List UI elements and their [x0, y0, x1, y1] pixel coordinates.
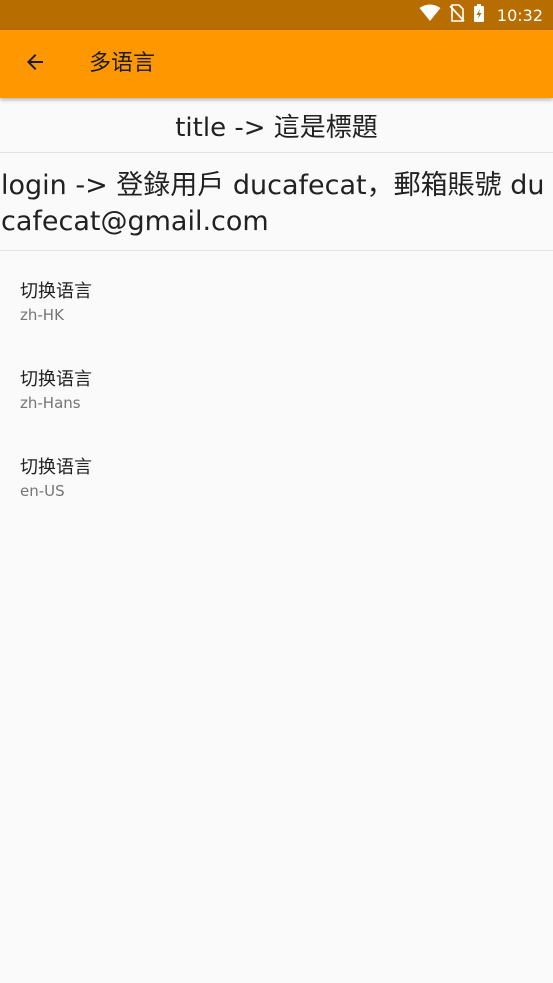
title-text: title -> 這是標題 — [0, 98, 553, 153]
no-sim-icon — [449, 4, 465, 26]
main-content: title -> 這是標題 login -> 登錄用戶 ducafecat，郵箱… — [0, 98, 553, 543]
app-bar: 多语言 — [0, 30, 553, 98]
language-item-title: 切换语言 — [20, 281, 92, 302]
language-item-en-us[interactable]: 切换语言 en-US — [0, 455, 553, 543]
language-list: 切换语言 zh-HK 切换语言 zh-Hans 切换语言 en-US — [0, 279, 553, 543]
language-item-subtitle: zh-Hans — [20, 394, 81, 412]
language-item-zh-hk[interactable]: 切换语言 zh-HK — [0, 279, 553, 367]
language-item-subtitle: zh-HK — [20, 306, 64, 324]
status-bar: 10:32 — [0, 0, 553, 30]
language-item-title: 切换语言 — [20, 457, 92, 478]
status-time: 10:32 — [496, 5, 543, 25]
wifi-icon — [419, 4, 441, 26]
language-item-title: 切换语言 — [20, 369, 92, 390]
back-button[interactable] — [12, 40, 58, 88]
login-text: login -> 登錄用戶 ducafecat，郵箱賬號 ducafecat@g… — [0, 153, 553, 251]
arrow-back-icon — [23, 50, 47, 78]
page-title: 多语言 — [89, 51, 156, 76]
language-item-subtitle: en-US — [20, 482, 65, 500]
status-icons: 10:32 — [419, 0, 543, 30]
language-item-zh-hans[interactable]: 切换语言 zh-Hans — [0, 367, 553, 455]
battery-charging-icon — [473, 3, 485, 27]
